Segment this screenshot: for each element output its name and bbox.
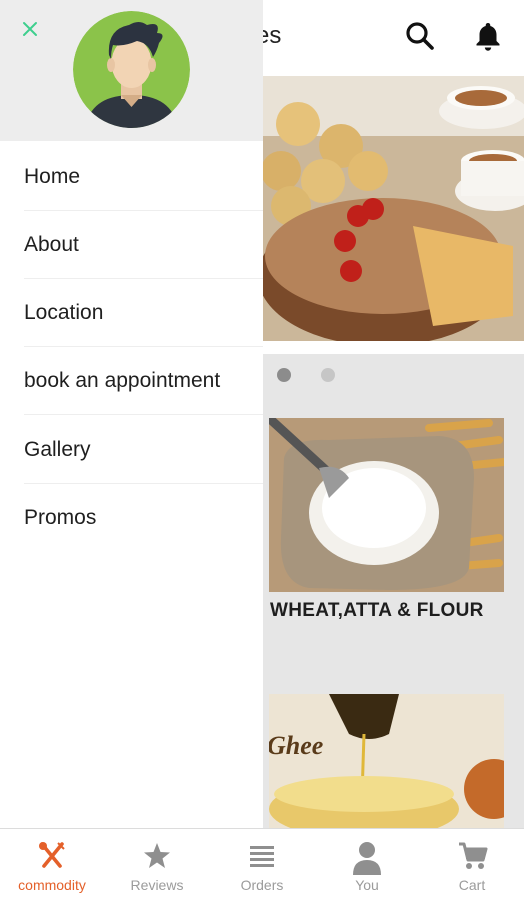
nav-orders[interactable]: Orders [210, 829, 314, 901]
cart-icon [459, 842, 488, 869]
menu-item-label: Location [24, 301, 104, 324]
bell-icon[interactable] [470, 18, 506, 54]
nav-label: Cart [458, 877, 486, 893]
menu-item-book-appointment[interactable]: book an appointment [24, 347, 263, 415]
nav-label: Reviews [130, 877, 184, 893]
menu-item-label: Home [24, 165, 81, 188]
nav-you[interactable]: You [315, 829, 419, 901]
menu-item-label: Promos [24, 506, 97, 529]
close-icon[interactable] [18, 17, 42, 41]
search-icon[interactable] [402, 18, 438, 54]
menu-item-location[interactable]: Location [24, 279, 263, 347]
bottom-navigation: commodity Reviews Orders You Cart [0, 828, 524, 901]
avatar[interactable] [73, 11, 190, 128]
banner-image[interactable] [263, 76, 524, 354]
nav-label: Orders [240, 877, 284, 893]
navigation-drawer: Home About Location book an appointment … [0, 0, 263, 828]
category-label[interactable]: WHEAT,ATTA & FLOUR [270, 600, 484, 622]
menu-item-home[interactable]: Home [24, 143, 263, 211]
svg-text:Ghee: Ghee [269, 731, 323, 760]
menu-item-label: book an appointment [24, 369, 221, 392]
carousel-dot-active[interactable] [277, 368, 291, 382]
menu-item-label: About [24, 233, 79, 256]
menu-item-label: Gallery [24, 438, 91, 461]
category-card-ghee[interactable]: Ghee [269, 694, 504, 828]
list-icon [250, 846, 274, 867]
nav-label: You [355, 877, 379, 893]
carousel-indicator [263, 354, 524, 400]
star-icon [144, 843, 170, 868]
menu-item-about[interactable]: About [24, 211, 263, 279]
nav-commodity[interactable]: commodity [0, 829, 104, 901]
category-card-flour[interactable] [269, 418, 504, 592]
menu-item-gallery[interactable]: Gallery [24, 416, 263, 484]
nav-reviews[interactable]: Reviews [105, 829, 209, 901]
nav-label: commodity [18, 877, 86, 893]
carousel-dot[interactable] [321, 368, 335, 382]
nav-cart[interactable]: Cart [420, 829, 524, 901]
person-icon [353, 842, 381, 875]
fork-spoon-icon [39, 842, 65, 868]
menu-item-promos[interactable]: Promos [24, 484, 263, 551]
drawer-header [0, 0, 263, 141]
